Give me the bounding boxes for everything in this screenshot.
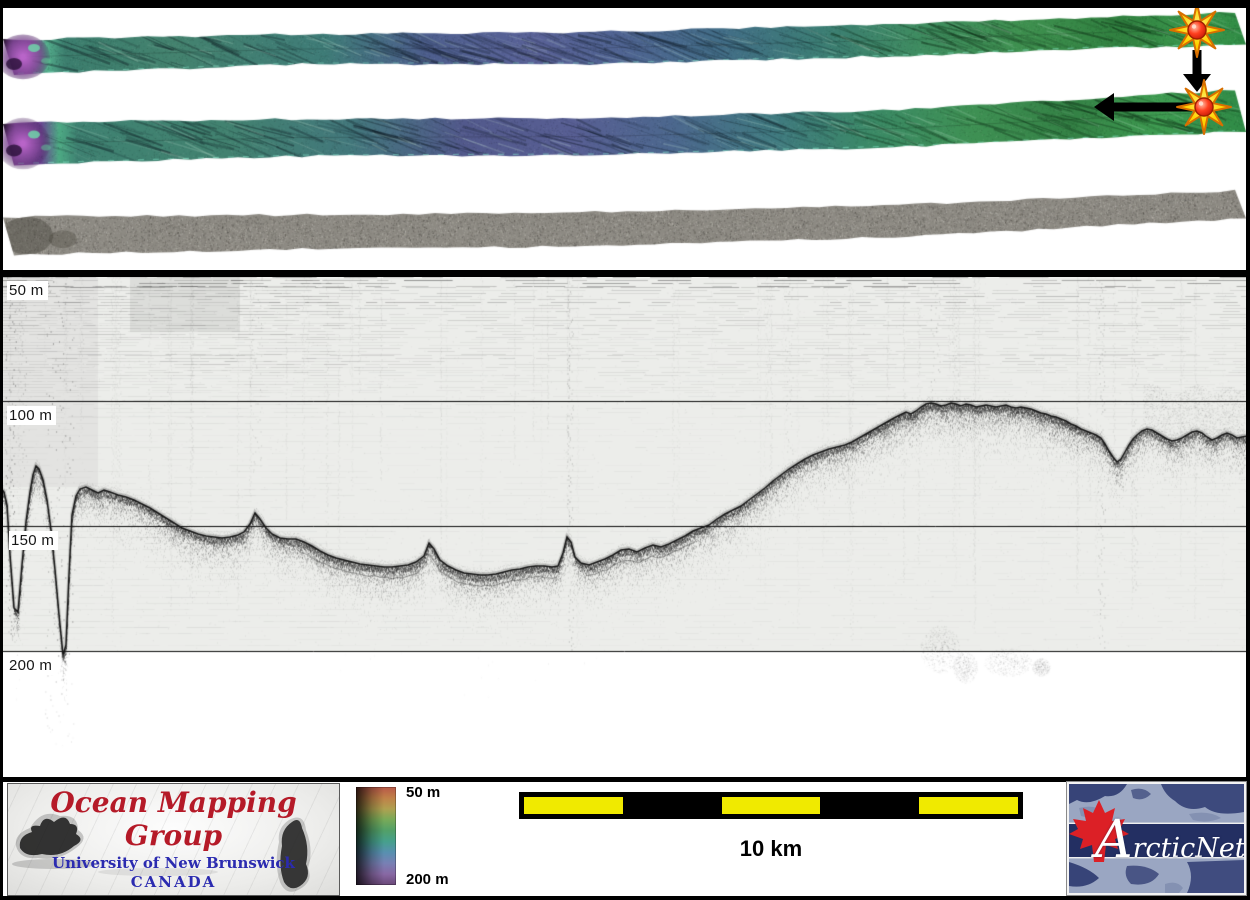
subbottom-profile-section: 50 m 100 m 150 m 200 m [3,277,1246,777]
colorbar-bottom-label: 200 m [406,871,449,888]
depth-label-100m: 100 m [7,406,56,425]
scalebar-segment-black [820,797,919,814]
depth-label-150m: 150 m [9,531,58,550]
survey-figure: 50 m 100 m 150 m 200 m Ocean Mapping Gro… [0,0,1250,900]
depth-label-200m: 200 m [7,656,56,675]
colorbar-shading [356,787,396,885]
omg-university-text: University of New Brunswick [8,854,339,872]
scalebar-segment-yellow [722,797,821,814]
scalebar-segment-yellow [919,797,1018,814]
footer-section: Ocean Mapping Group University of New Br… [3,782,1246,896]
map-scalebar: 10 km [519,792,1023,862]
depth-colorbar-gradient [356,787,396,885]
omg-canada-text: CANADA [8,873,339,891]
scalebar-segment-black [623,797,722,814]
subbottom-profile-canvas [3,277,1246,777]
swath-section [3,8,1246,270]
scalebar-segments [519,792,1023,819]
omg-logo-title: Ocean Mapping Group [8,786,339,852]
colorbar-top-label: 50 m [406,784,440,801]
omg-logo: Ocean Mapping Group University of New Br… [7,783,340,896]
scalebar-segment-yellow [524,797,623,814]
depth-label-50m: 50 m [7,281,48,300]
arcticnet-wordmark: ArcticNet [1095,810,1246,879]
depth-colorbar: 50 m 200 m [356,785,466,893]
swath-strips-canvas [3,8,1246,270]
scalebar-label: 10 km [519,836,1023,862]
arcticnet-logo: ArcticNet [1067,782,1246,895]
